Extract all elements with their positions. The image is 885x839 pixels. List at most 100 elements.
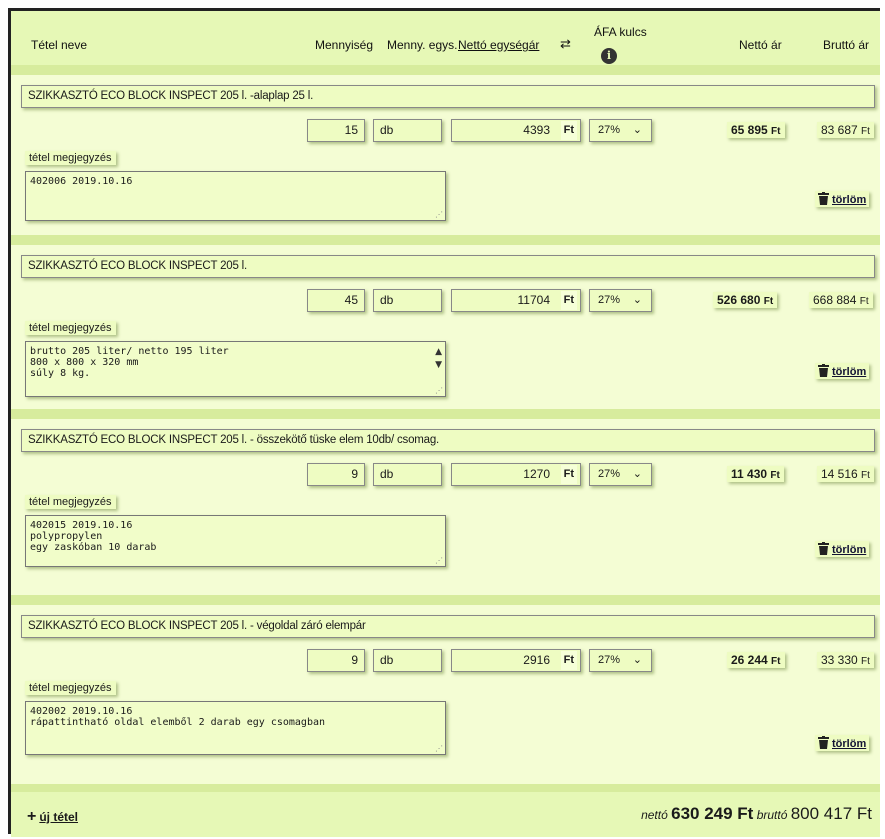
currency-tag: Ft (560, 465, 577, 484)
unit-price-field[interactable]: 1270 Ft (451, 463, 581, 486)
unit-price-value: 11704 (517, 293, 550, 307)
header-vat: ÁFA kulcs (594, 25, 647, 39)
vat-select[interactable]: 27% ⌄ (589, 119, 652, 142)
scroll-arrows-icon[interactable]: ▲ ▼ (435, 346, 442, 372)
unit-field[interactable]: db (373, 463, 442, 486)
net-total-value: 630 249 Ft (671, 804, 754, 823)
item-name-field[interactable]: SZIKKASZTÓ ECO BLOCK INSPECT 205 l. (21, 255, 875, 278)
net-price-value: 65 895 (731, 123, 768, 137)
unit-price-field[interactable]: 4393 Ft (451, 119, 581, 142)
note-label: tétel megjegyzés (25, 321, 116, 335)
chevron-down-icon: ⌄ (632, 294, 642, 306)
unit-field[interactable]: db (373, 649, 442, 672)
gross-total-label: bruttó (756, 808, 788, 822)
unit-price-value: 2916 (523, 653, 550, 667)
delete-label: törlöm (832, 366, 867, 378)
item-name-field[interactable]: SZIKKASZTÓ ECO BLOCK INSPECT 205 l. - ös… (21, 429, 875, 452)
currency-tag: Ft (861, 470, 870, 481)
currency-tag: Ft (560, 121, 577, 140)
note-textarea[interactable]: brutto 205 liter/ netto 195 liter 800 x … (25, 341, 446, 397)
vat-value: 27% (598, 654, 621, 666)
currency-tag: Ft (861, 126, 870, 137)
delete-button[interactable]: törlöm (815, 735, 870, 751)
chevron-down-icon: ⌄ (632, 124, 642, 136)
currency-tag: Ft (859, 296, 869, 307)
resize-grip-icon[interactable]: ⋰ (435, 557, 443, 565)
delete-button[interactable]: törlöm (815, 363, 870, 379)
quantity-field[interactable]: 15 (307, 119, 365, 142)
vat-value: 27% (598, 468, 621, 480)
currency-tag: Ft (560, 651, 577, 670)
quantity-field[interactable]: 9 (307, 649, 365, 672)
gross-price-value: 83 687 (821, 123, 858, 137)
net-price: 65 895 Ft (727, 122, 785, 138)
totals-footer: + új tétel nettó 630 249 Ft bruttó 800 41… (11, 784, 880, 837)
resize-grip-icon[interactable]: ⋰ (435, 745, 443, 753)
item-name-field[interactable]: SZIKKASZTÓ ECO BLOCK INSPECT 205 l. - vé… (21, 615, 875, 638)
vat-select[interactable]: 27% ⌄ (589, 463, 652, 486)
net-price-value: 26 244 (731, 653, 768, 667)
add-item-label: új tétel (39, 810, 79, 824)
note-text: 402015 2019.10.16 polypropylen egy zaskó… (30, 520, 157, 553)
delete-button[interactable]: törlöm (815, 541, 870, 557)
note-textarea[interactable]: 402006 2019.10.16 ⋰ (25, 171, 446, 221)
unit-field[interactable]: db (373, 289, 442, 312)
header-unit-price-link[interactable]: Nettó egységár (458, 38, 539, 52)
plus-icon: + (27, 808, 37, 825)
note-textarea[interactable]: 402002 2019.10.16 rápattintható oldal el… (25, 701, 446, 755)
info-icon[interactable]: i (601, 48, 617, 64)
header-net-price: Nettó ár (739, 38, 782, 52)
gross-price: 668 884 Ft (809, 292, 873, 308)
net-price: 26 244 Ft (727, 652, 785, 668)
trash-icon (818, 736, 829, 749)
net-price: 526 680 Ft (713, 292, 778, 308)
currency-tag: Ft (560, 291, 577, 310)
unit-field[interactable]: db (373, 119, 442, 142)
line-item: SZIKKASZTÓ ECO BLOCK INSPECT 205 l. - ös… (11, 409, 880, 595)
gross-price: 33 330 Ft (817, 652, 874, 668)
resize-grip-icon[interactable]: ⋰ (435, 387, 443, 395)
item-name-field[interactable]: SZIKKASZTÓ ECO BLOCK INSPECT 205 l. -ala… (21, 85, 875, 108)
invoice-items-panel: Tétel neve Mennyiség Menny. egys. Nettó … (8, 8, 880, 837)
totals: nettó 630 249 Ft bruttó 800 417 Ft (641, 804, 872, 824)
header-gross-price: Bruttó ár (823, 38, 870, 52)
chevron-down-icon: ⌄ (632, 654, 642, 666)
note-label: tétel megjegyzés (25, 495, 116, 509)
chevron-down-icon: ⌄ (632, 468, 642, 480)
net-price: 11 430 Ft (727, 466, 784, 482)
header-item-name: Tétel neve (31, 38, 88, 52)
quantity-field[interactable]: 9 (307, 463, 365, 486)
table-header: Tétel neve Mennyiség Menny. egys. Nettó … (11, 11, 880, 65)
unit-price-field[interactable]: 2916 Ft (451, 649, 581, 672)
resize-grip-icon[interactable]: ⋰ (435, 211, 443, 219)
gross-price-value: 33 330 (821, 653, 858, 667)
trash-icon (818, 542, 829, 555)
swap-icon[interactable]: ⇄ (560, 36, 571, 52)
delete-button[interactable]: törlöm (815, 191, 870, 207)
currency-tag: Ft (861, 656, 870, 667)
gross-price-value: 14 516 (821, 467, 858, 481)
net-price-value: 11 430 (731, 467, 768, 481)
add-item-button[interactable]: + új tétel (27, 808, 78, 826)
note-label: tétel megjegyzés (25, 681, 116, 695)
unit-price-value: 4393 (523, 123, 550, 137)
vat-select[interactable]: 27% ⌄ (589, 289, 652, 312)
trash-icon (818, 364, 829, 377)
currency-tag: Ft (770, 470, 780, 481)
delete-label: törlöm (832, 738, 867, 750)
vat-select[interactable]: 27% ⌄ (589, 649, 652, 672)
delete-label: törlöm (832, 194, 867, 206)
quantity-field[interactable]: 45 (307, 289, 365, 312)
unit-price-field[interactable]: 11704 Ft (451, 289, 581, 312)
note-text: 402002 2019.10.16 rápattintható oldal el… (30, 706, 326, 728)
vat-value: 27% (598, 294, 621, 306)
note-textarea[interactable]: 402015 2019.10.16 polypropylen egy zaskó… (25, 515, 446, 567)
note-text: brutto 205 liter/ netto 195 liter 800 x … (30, 346, 229, 379)
trash-icon (818, 192, 829, 205)
currency-tag: Ft (771, 656, 781, 667)
currency-tag: Ft (771, 126, 781, 137)
line-item: SZIKKASZTÓ ECO BLOCK INSPECT 205 l. -ala… (11, 65, 880, 235)
delete-label: törlöm (832, 544, 867, 556)
header-unit: Menny. egys. (387, 38, 458, 52)
gross-price: 14 516 Ft (817, 466, 874, 482)
